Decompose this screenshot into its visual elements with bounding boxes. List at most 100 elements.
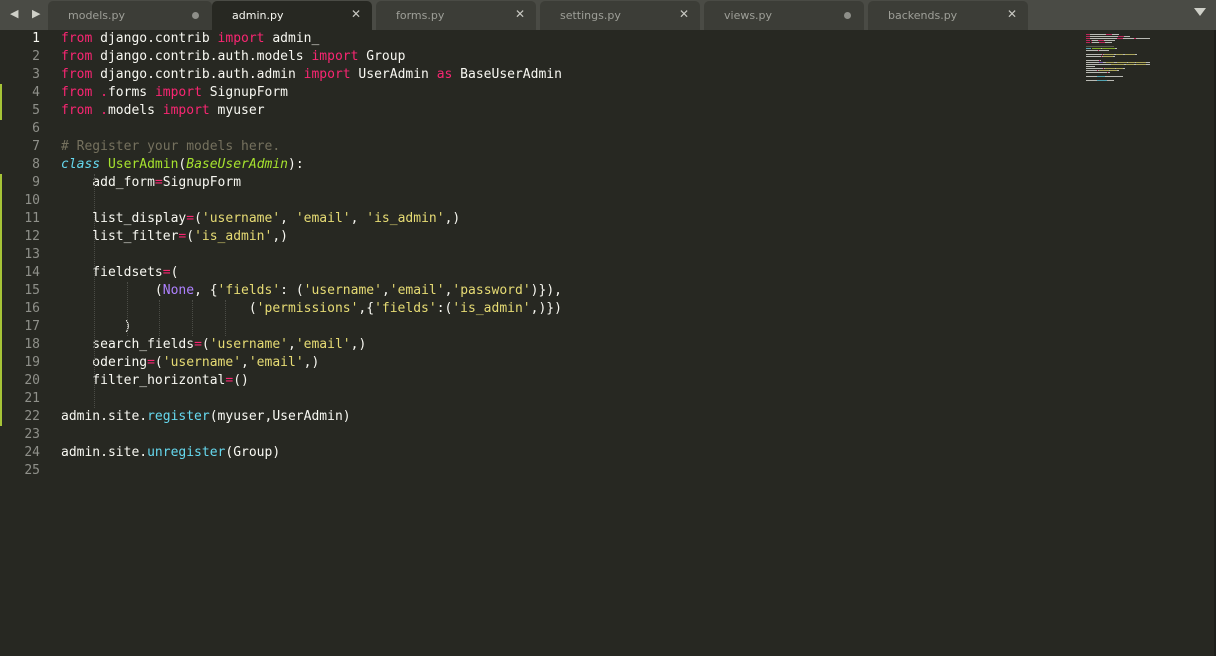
minimap-segment	[1086, 80, 1097, 81]
minimap-segment	[1090, 36, 1118, 37]
minimap-segment	[1106, 62, 1114, 63]
line-number: 11	[24, 211, 40, 226]
code-text: filter_horizontal	[61, 373, 226, 388]
code-line[interactable]: from .models import myuser	[61, 102, 265, 120]
code-text: ,)})	[530, 301, 562, 316]
line-number: 12	[24, 229, 40, 244]
keyword-token: =	[194, 337, 202, 352]
close-icon[interactable]: ✕	[1007, 7, 1017, 21]
code-text: )}),	[530, 283, 562, 298]
tab-settings[interactable]: settings.py ✕	[540, 1, 700, 30]
code-line[interactable]: ('permissions',{'fields':('is_admin',)})	[61, 300, 562, 318]
chevron-down-icon[interactable]	[1194, 8, 1206, 16]
code-line[interactable]: class UserAdmin(BaseUserAdmin):	[61, 156, 304, 174]
close-icon[interactable]: ✕	[351, 7, 361, 21]
line-number: 25	[24, 463, 40, 478]
code-line[interactable]: from django.contrib.auth.admin import Us…	[61, 66, 562, 84]
code-line[interactable]: filter_horizontal=()	[61, 372, 249, 390]
code-text: (	[61, 283, 163, 298]
code-line[interactable]: search_fields=('username','email',)	[61, 336, 366, 354]
tab-backends[interactable]: backends.py ✕	[868, 1, 1028, 30]
minimap-segment	[1111, 64, 1124, 65]
code-line[interactable]: fieldsets=(	[61, 264, 178, 282]
minimap-segment	[1113, 56, 1115, 57]
code-line[interactable]: (None, {'fields': ('username','email','p…	[61, 282, 562, 300]
string-token: 'is_admin'	[452, 301, 531, 316]
modified-line-marker	[0, 84, 2, 120]
string-token: 'username'	[209, 337, 288, 352]
line-number: 20	[24, 373, 40, 388]
tab-nav-arrows-icon[interactable]: ◀ ▶	[10, 7, 45, 20]
keyword-token: from	[61, 67, 93, 82]
line-number: 17	[24, 319, 40, 334]
code-line[interactable]: )	[61, 318, 132, 336]
code-text: : (	[280, 283, 304, 298]
minimap-segment	[1086, 46, 1114, 47]
tab-models[interactable]: models.py	[48, 1, 212, 30]
tab-forms[interactable]: forms.py ✕	[376, 1, 536, 30]
minimap-segment	[1118, 34, 1119, 35]
minimap-segment	[1108, 72, 1110, 73]
code-line[interactable]: add_form=SignupForm	[61, 174, 241, 192]
tab-admin[interactable]: admin.py ✕	[212, 1, 372, 30]
minimap-segment	[1092, 42, 1099, 43]
indent-guide	[192, 300, 194, 336]
minimap-segment	[1105, 76, 1123, 77]
unsaved-dot-icon[interactable]	[844, 12, 851, 19]
keyword-token: from	[61, 49, 93, 64]
code-line[interactable]: list_filter=('is_admin',)	[61, 228, 288, 246]
code-text: list_filter	[61, 229, 179, 244]
minimap-segment	[1090, 38, 1117, 39]
string-token: 'email'	[248, 355, 304, 370]
minimap-segment	[1086, 70, 1097, 71]
keyword-token: from	[61, 31, 93, 46]
code-line[interactable]: admin.site.register(myuser,UserAdmin)	[61, 408, 351, 426]
tab-views[interactable]: views.py	[704, 1, 864, 30]
code-text: forms	[107, 85, 155, 100]
line-number: 22	[24, 409, 40, 424]
line-number: 23	[24, 427, 40, 442]
code-text: ,)	[350, 337, 367, 352]
code-line[interactable]: odering=('username','email',)	[61, 354, 319, 372]
code-line[interactable]: admin.site.unregister(Group)	[61, 444, 280, 462]
code-text: ,	[381, 283, 390, 298]
keyword-token: import	[162, 103, 210, 118]
minimap-segment	[1086, 48, 1091, 49]
code-text: add_form	[61, 175, 155, 190]
class-name-token: BaseUserAdmin	[186, 157, 288, 172]
minimap-segment	[1123, 38, 1134, 39]
code-line[interactable]: # Register your models here.	[61, 138, 280, 156]
minimap-segment	[1136, 38, 1150, 39]
unsaved-dot-icon[interactable]	[192, 12, 199, 19]
code-text: (	[194, 211, 202, 226]
code-text: odering	[61, 355, 148, 370]
minimap-segment	[1099, 50, 1109, 51]
code-text: (	[201, 337, 210, 352]
minimap[interactable]	[1086, 34, 1156, 84]
tab-label: models.py	[68, 9, 125, 22]
close-icon[interactable]: ✕	[515, 7, 525, 21]
line-number: 4	[32, 85, 40, 100]
code-line[interactable]: list_display=('username', 'email', 'is_a…	[61, 210, 460, 228]
tab-label: views.py	[724, 9, 773, 22]
minimap-segment	[1117, 70, 1119, 71]
keyword-token: from	[61, 85, 93, 100]
modified-line-marker	[0, 174, 2, 426]
line-number: 7	[32, 139, 40, 154]
code-editor[interactable]: from django.contrib import admin_ from dj…	[61, 30, 1081, 656]
code-text: (Group)	[225, 445, 281, 460]
line-number: 8	[32, 157, 40, 172]
minimap-segment	[1110, 70, 1117, 71]
code-text: (myuser,UserAdmin)	[209, 409, 351, 424]
minimap-segment	[1086, 72, 1107, 73]
code-text: ,	[288, 337, 296, 352]
code-text: ,	[241, 355, 249, 370]
code-line[interactable]: from django.contrib import admin_	[61, 30, 319, 48]
keyword-token: =	[162, 265, 171, 280]
minimap-segment	[1092, 48, 1101, 49]
code-line[interactable]: from django.contrib.auth.models import G…	[61, 48, 405, 66]
code-line[interactable]: from .forms import SignupForm	[61, 84, 288, 102]
close-icon[interactable]: ✕	[679, 7, 689, 21]
keyword-token: =	[154, 175, 163, 190]
